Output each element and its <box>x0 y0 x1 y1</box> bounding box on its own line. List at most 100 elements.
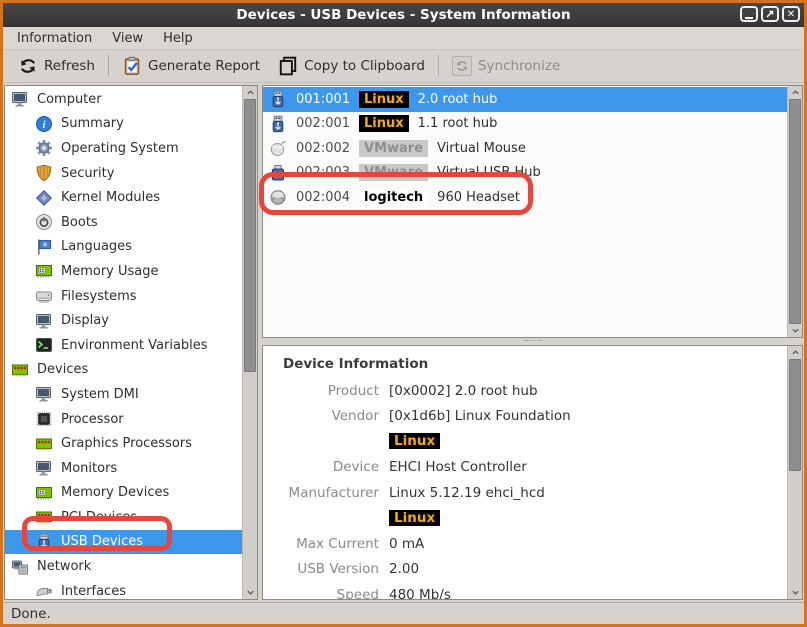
device-row-002-002[interactable]: 002:002VMwareVirtual Mouse <box>263 136 787 161</box>
scroll-up-button[interactable] <box>788 346 802 359</box>
sidebar-item-filesystems[interactable]: Filesystems <box>5 284 242 309</box>
sidebar-item-memory-devices[interactable]: Memory Devices <box>5 481 242 506</box>
sidebar-item-languages[interactable]: Languages <box>5 235 242 260</box>
scrollbar-thumb[interactable] <box>789 359 801 471</box>
device-row-002-004[interactable]: 002:004logitech960 Headset <box>263 185 787 210</box>
info-value: [0x0002] 2.0 root hub <box>389 383 538 399</box>
gear-icon <box>35 139 53 157</box>
sidebar-scrollbar[interactable] <box>242 86 257 599</box>
copy-to-clipboard-button[interactable]: Copy to Clipboard <box>269 52 434 80</box>
power-icon <box>35 213 53 231</box>
sidebar-item-security[interactable]: Security <box>5 161 242 186</box>
info-row: DeviceEHCI Host Controller <box>263 455 787 481</box>
splitter-handle-icon <box>524 340 542 343</box>
device-bus-id: 002:003 <box>296 165 350 180</box>
sidebar-item-kernel-modules[interactable]: Kernel Modules <box>5 185 242 210</box>
scroll-down-button[interactable] <box>788 586 802 599</box>
sidebar-item-memory-usage[interactable]: Memory Usage <box>5 259 242 284</box>
vendor-badge: VMware <box>359 140 428 157</box>
sidebar-item-display[interactable]: Display <box>5 308 242 333</box>
scroll-down-button[interactable] <box>243 586 257 599</box>
sidebar-item-network[interactable]: Network <box>5 554 242 579</box>
sidebar-item-label: Environment Variables <box>61 338 208 353</box>
info-row: Max Current 0 mA <box>263 531 787 557</box>
sidebar-item-label: Kernel Modules <box>61 190 160 205</box>
sidebar-item-usb-devices[interactable]: USB Devices <box>5 530 242 555</box>
info-value: 480 Mb/s <box>389 587 451 599</box>
expansion-card-icon <box>35 435 53 453</box>
sidebar-item-label: Display <box>61 313 109 328</box>
device-list-panel: 001:001Linux2.0 root hub002:001Linux1.1 … <box>262 85 803 338</box>
computer-icon <box>35 385 53 403</box>
refresh-button[interactable]: Refresh <box>9 52 104 80</box>
minimize-button[interactable] <box>740 6 758 22</box>
menu-item-help[interactable]: Help <box>153 29 203 48</box>
device-bus-id: 002:004 <box>296 190 350 205</box>
sidebar-item-pci-devices[interactable]: PCI Devices <box>5 505 242 530</box>
kernel-module-icon <box>35 189 53 207</box>
info-value: 0 mA <box>389 536 424 552</box>
scroll-up-button[interactable] <box>243 86 257 99</box>
titlebar[interactable]: Devices - USB Devices - System Informati… <box>3 3 804 27</box>
scrollbar-thumb[interactable] <box>789 99 801 324</box>
toolbar-button-label: Copy to Clipboard <box>304 58 425 74</box>
sidebar-item-graphics-processors[interactable]: Graphics Processors <box>5 431 242 456</box>
info-label: USB Version <box>263 561 379 577</box>
info-label: Product <box>263 383 379 399</box>
close-button[interactable]: ✕ <box>782 6 800 22</box>
headset-icon <box>269 188 287 206</box>
menu-item-information[interactable]: Information <box>7 29 102 48</box>
vendor-badge: VMware <box>359 164 428 181</box>
device-info-rows: Product [0x0002] 2.0 root hub Vendor[0x1d6… <box>263 378 787 599</box>
scroll-up-button[interactable] <box>788 86 802 99</box>
info-row: Vendor[0x1d6b] Linux Foundation <box>263 404 787 430</box>
info-row: Linux <box>263 429 787 455</box>
sidebar-item-system-dmi[interactable]: System DMI <box>5 382 242 407</box>
toolbar-separator <box>108 55 109 77</box>
scroll-down-button[interactable] <box>788 324 802 337</box>
device-name: 1.1 root hub <box>418 116 498 131</box>
toolbar-button-label: Synchronize <box>478 58 560 74</box>
menu-item-view[interactable]: View <box>102 29 153 48</box>
device-row-001-001[interactable]: 001:001Linux2.0 root hub <box>263 87 787 112</box>
sidebar-item-label: Graphics Processors <box>61 436 192 451</box>
sidebar-item-label: Security <box>61 166 114 181</box>
sidebar-item-devices[interactable]: Devices <box>5 358 242 383</box>
device-list-scrollbar[interactable] <box>787 86 802 337</box>
sidebar-item-interfaces[interactable]: Interfaces <box>5 579 242 599</box>
toolbar: Refresh Generate Report Copy to Clipboard S… <box>3 49 804 83</box>
sidebar-item-label: Memory Devices <box>61 485 169 500</box>
maximize-button[interactable] <box>761 6 779 22</box>
sidebar-item-boots[interactable]: Boots <box>5 210 242 235</box>
synchronize-button[interactable]: Synchronize <box>443 52 569 80</box>
sidebar-item-label: PCI Devices <box>61 510 137 525</box>
menubar: InformationViewHelp <box>3 27 804 49</box>
device-row-002-003[interactable]: 002:003VMwareVirtual USB Hub <box>263 161 787 186</box>
sidebar-item-summary[interactable]: iSummary <box>5 112 242 137</box>
generate-report-button[interactable]: Generate Report <box>113 52 269 80</box>
toolbar-button-label: Refresh <box>44 58 95 74</box>
vendor-badge: Linux <box>359 115 409 132</box>
vendor-badge: Linux <box>389 433 440 449</box>
info-badge-cell: Linux <box>389 433 440 450</box>
sidebar-item-processor[interactable]: Processor <box>5 407 242 432</box>
device-info-scrollbar[interactable] <box>787 346 802 599</box>
sidebar-item-operating-system[interactable]: Operating System <box>5 136 242 161</box>
device-bus-id: 001:001 <box>296 92 350 107</box>
sidebar-item-computer[interactable]: Computer <box>5 87 242 112</box>
panel-splitter[interactable] <box>262 338 803 345</box>
device-row-002-001[interactable]: 002:001Linux1.1 root hub <box>263 112 787 137</box>
sidebar-item-label: Operating System <box>61 141 179 156</box>
sidebar-item-environment-variables[interactable]: Environment Variables <box>5 333 242 358</box>
vendor-badge: Linux <box>359 91 409 108</box>
info-row: USB Version 2.00 <box>263 557 787 583</box>
sidebar-item-monitors[interactable]: Monitors <box>5 456 242 481</box>
info-label: Max Current <box>263 536 379 552</box>
info-row: Product [0x0002] 2.0 root hub <box>263 378 787 404</box>
drive-icon <box>35 287 53 305</box>
scrollbar-thumb[interactable] <box>244 99 256 372</box>
sidebar-item-label: Filesystems <box>61 289 137 304</box>
info-value: 2.00 <box>389 561 419 577</box>
info-value: EHCI Host Controller <box>389 459 527 475</box>
summary-icon: i <box>35 115 53 133</box>
